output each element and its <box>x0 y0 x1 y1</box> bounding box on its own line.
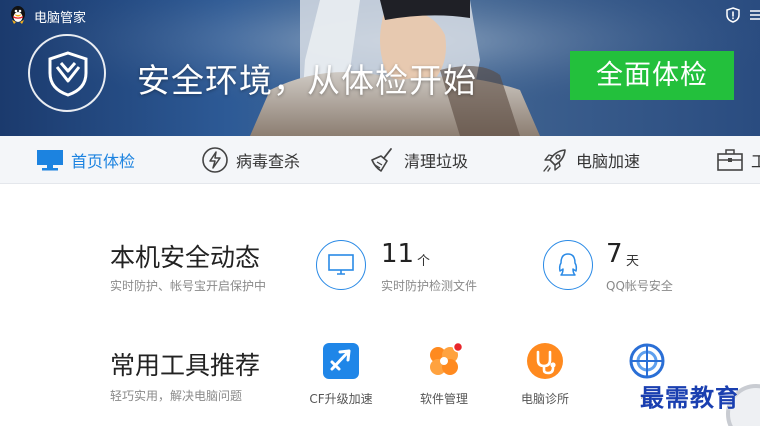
nav-label: 工 <box>751 148 760 172</box>
full-scan-button[interactable]: 全面体检 <box>570 51 734 100</box>
watermark-text: 最需教育 <box>640 383 740 412</box>
main-nav: 首页体检 病毒查杀 清理垃圾 电脑加速 <box>0 136 760 184</box>
nav-label: 清理垃圾 <box>404 152 469 171</box>
toolbox-icon <box>716 146 744 174</box>
tool-label: 电脑诊所 <box>520 392 569 406</box>
tool-label: CF升级加速 <box>309 392 373 406</box>
software-manager-icon <box>425 341 464 380</box>
realtime-protection-label: 实时防护检测文件 <box>381 279 478 293</box>
nav-item-speed-up[interactable]: 电脑加速 <box>541 136 641 183</box>
qq-account-stat-icon[interactable] <box>543 240 593 290</box>
qq-account-label: QQ帐号安全 <box>606 279 673 293</box>
tool-label: 软件管理 <box>419 392 468 406</box>
clinic-icon <box>526 342 564 380</box>
nav-item-virus-scan[interactable]: 病毒查杀 <box>201 136 301 183</box>
hero-slogan: 安全环境，从体检开始 <box>137 61 477 100</box>
tools-section-subtitle: 轻巧实用，解决电脑问题 <box>110 389 243 403</box>
menu-icon[interactable] <box>748 6 760 24</box>
lightning-icon <box>201 146 229 174</box>
security-shield-badge <box>28 34 106 112</box>
realtime-protection-count: 11 <box>381 239 415 269</box>
qq-icon <box>558 253 578 276</box>
tools-section-title: 常用工具推荐 <box>110 351 261 380</box>
nav-label: 首页体检 <box>71 152 136 171</box>
tool-cf-boost[interactable]: CF升级加速 <box>301 342 381 407</box>
hero-banner: 电脑管家 安全环境，从体检开始 全面体检 <box>0 0 760 136</box>
repair-icon <box>628 342 666 380</box>
shield-status-icon[interactable] <box>724 6 742 24</box>
security-section-subtitle: 实时防护、帐号宝开启保护中 <box>110 279 267 293</box>
qq-safe-days: 7 <box>606 239 623 269</box>
app-logo-icon <box>11 6 25 24</box>
broom-icon <box>369 146 397 174</box>
security-section-title: 本机安全动态 <box>110 243 261 272</box>
tool-software-manager[interactable]: 软件管理 <box>404 341 484 407</box>
shield-icon <box>48 51 88 97</box>
nav-item-toolbox[interactable]: 工 <box>716 136 760 183</box>
tool-pc-clinic[interactable]: 电脑诊所 <box>505 342 585 407</box>
monitor-icon <box>36 146 64 174</box>
nav-item-clean-junk[interactable]: 清理垃圾 <box>369 136 469 183</box>
realtime-protection-stat-icon[interactable] <box>316 240 366 290</box>
nav-label: 电脑加速 <box>576 152 641 171</box>
rocket-icon <box>541 146 569 174</box>
qq-safe-days-unit: 天 <box>626 254 640 269</box>
cf-boost-icon <box>322 342 360 380</box>
realtime-protection-unit: 个 <box>417 254 431 269</box>
app-title: 电脑管家 <box>34 11 87 26</box>
monitor-icon <box>328 254 354 275</box>
nav-item-home-scan[interactable]: 首页体检 <box>36 136 136 183</box>
title-bar: 电脑管家 <box>0 0 760 30</box>
nav-label: 病毒查杀 <box>236 152 301 171</box>
